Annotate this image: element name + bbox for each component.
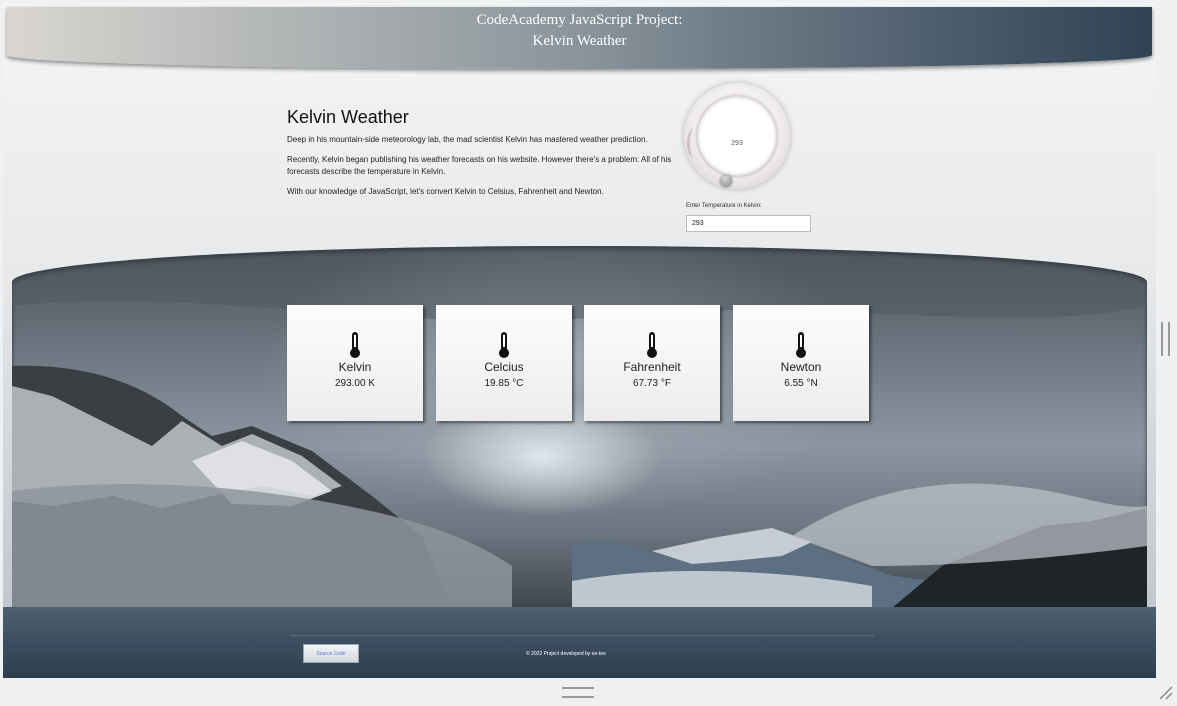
dial-face: 293 (697, 96, 777, 176)
mountain-background (12, 246, 1147, 608)
card-value: 6.55 °N (784, 378, 818, 389)
resize-corner-icon[interactable] (1157, 684, 1175, 702)
card-celcius: Celcius 19.85 °C (436, 305, 572, 421)
card-name: Fahrenheit (623, 360, 681, 374)
card-newton: Newton 6.55 °N (733, 305, 869, 421)
card-kelvin: Kelvin 293.00 K (287, 305, 423, 421)
thermometer-icon (647, 332, 657, 358)
dial-value: 293 (731, 140, 743, 147)
intro-paragraph-1: Deep in his mountain-side meteorology la… (287, 135, 648, 144)
temperature-dial[interactable]: 293 (684, 83, 790, 189)
card-name: Kelvin (338, 360, 372, 374)
side-panel-resize-handle[interactable] (1161, 322, 1170, 356)
app-window: CodeAcademy JavaScript Project: Kelvin W… (3, 3, 1156, 678)
footer-divider (290, 635, 874, 636)
card-value: 67.73 °F (633, 378, 671, 389)
kelvin-input[interactable] (686, 215, 811, 232)
intro-paragraph-2: Recently, Kelvin began publishing his we… (287, 155, 672, 176)
copyright-text: © 2022 Project developed by ee-tee (526, 651, 606, 657)
source-code-button[interactable]: Source Code (303, 644, 359, 663)
thermometer-icon (499, 332, 509, 358)
intro-paragraph-3: With our knowledge of JavaScript, let's … (287, 187, 604, 196)
page-footer: Source Code © 2022 Project developed by … (3, 607, 1156, 678)
card-fahrenheit: Fahrenheit 67.73 °F (584, 305, 720, 421)
mountain-illustration (12, 246, 1147, 608)
thermometer-icon (796, 332, 806, 358)
header-line-2: Kelvin Weather (532, 33, 627, 49)
bottom-panel-grip[interactable] (562, 687, 594, 698)
card-value: 293.00 K (334, 378, 376, 389)
dial-knob[interactable] (720, 174, 732, 186)
header-line-1: CodeAcademy JavaScript Project: (476, 12, 683, 28)
thermometer-icon (350, 332, 360, 358)
card-name: Celcius (484, 360, 524, 374)
kelvin-input-label: Enter Temperature in Kelvin: (686, 203, 762, 209)
intro-title: Kelvin Weather (287, 107, 409, 127)
card-value: 19.85 °C (484, 378, 524, 389)
page-header: CodeAcademy JavaScript Project: Kelvin W… (7, 7, 1152, 69)
intro-section: Kelvin Weather Deep in his mountain-side… (287, 107, 677, 206)
card-name: Newton (780, 360, 822, 374)
